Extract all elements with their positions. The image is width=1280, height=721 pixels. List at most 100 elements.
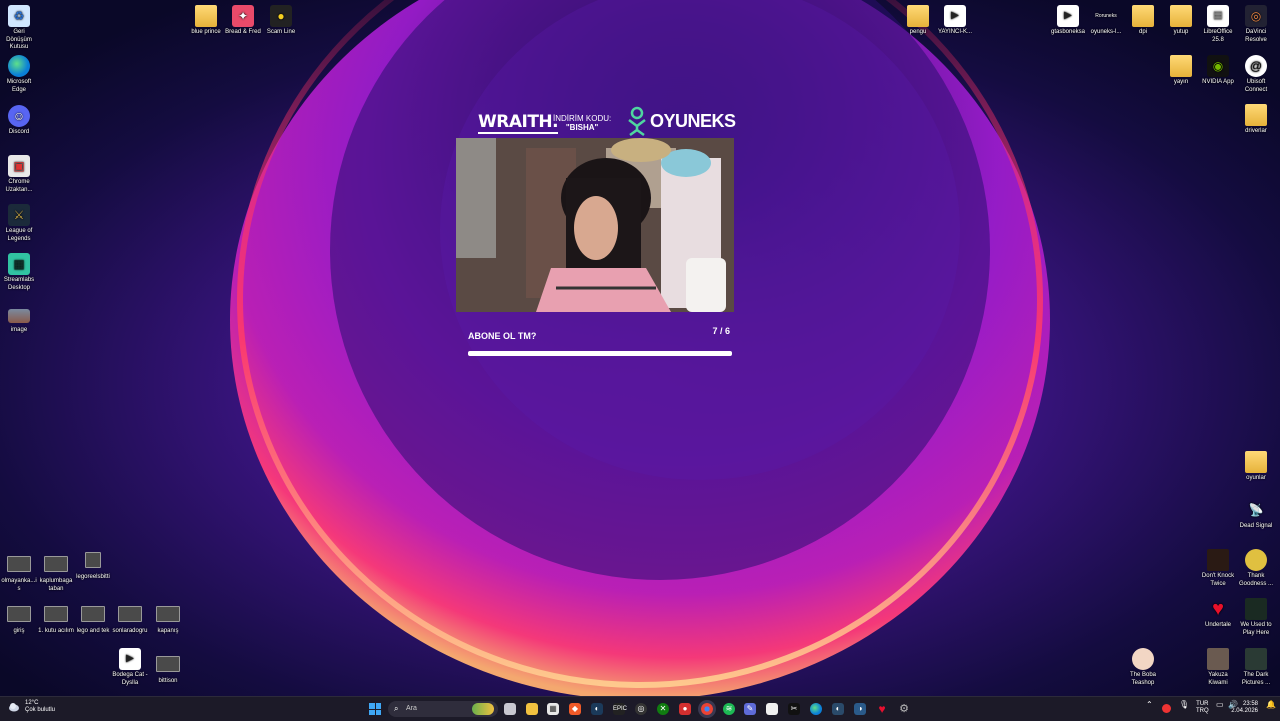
webcam-image xyxy=(456,138,734,312)
video-file-icon xyxy=(44,556,68,572)
desktop-icon-discord[interactable]: ☺ Discord xyxy=(0,105,38,137)
xbox-icon[interactable]: ✕ xyxy=(657,703,669,715)
desktop-icon-image[interactable]: image xyxy=(0,307,38,335)
keyboard-language[interactable]: TUR TRQ xyxy=(1196,701,1209,715)
video-file-icon xyxy=(44,606,68,622)
capcut-icon[interactable]: ✂ xyxy=(788,703,800,715)
desktop-icon-yakuza-kiwami[interactable]: Yakuza Kiwami xyxy=(1199,648,1237,687)
obs-icon[interactable]: ◎ xyxy=(635,703,647,715)
game-icon xyxy=(1207,648,1229,670)
goal-progress-track xyxy=(468,351,732,356)
desktop-icon-dead-signal[interactable]: 📡 Dead Signal xyxy=(1237,499,1275,531)
desktop-icon-davinci[interactable]: ◎ DaVinci Resolve xyxy=(1237,5,1275,44)
desktop-icon-scam-line[interactable]: ● Scam Line xyxy=(262,5,300,37)
desktop-icon-thank-goodness[interactable]: Thank Goodness ... xyxy=(1237,549,1275,588)
discount-label: İNDİRİM KODU: xyxy=(553,114,612,123)
tray-app-icon[interactable] xyxy=(1162,704,1171,713)
heart-app-icon[interactable]: ♥ xyxy=(876,703,888,715)
weather-desc: Çok bulutlu xyxy=(25,707,56,713)
desktop-icon-oyuneks[interactable]: Roruneks oyuneks-l... xyxy=(1087,5,1125,37)
desktop-icon-gtasboneksa[interactable]: ▶ gtasboneksa xyxy=(1049,5,1087,37)
desktop-icon-pengu[interactable]: pengu xyxy=(899,5,937,37)
desktop-icon-oyunlar[interactable]: oyunlar xyxy=(1237,451,1275,483)
desktop-icon-lego-and-tek[interactable]: lego and tek xyxy=(74,602,112,636)
desktop-icon-yayinci[interactable]: ▶ YAYINCI-K... xyxy=(936,5,974,37)
taskbar-search[interactable]: ⌕ Ara xyxy=(388,701,498,717)
desktop-icon-bread-fred[interactable]: ✦ Bread & Fred xyxy=(224,5,262,37)
desktop-icon-kaplumbaga[interactable]: kaplumbaga taban xyxy=(37,552,75,593)
davinci-icon: ◎ xyxy=(1245,5,1267,27)
settings-icon[interactable]: ⚙ xyxy=(898,703,910,715)
desktop-icon-we-used-to-play-here[interactable]: We Used to Play Here xyxy=(1237,598,1275,637)
desktop-icon-legoreelsbitti[interactable]: legoreelsbitti xyxy=(74,548,112,582)
desktop-icon-dpi[interactable]: dpi xyxy=(1124,5,1162,37)
discord-icon: ☺ xyxy=(8,105,30,127)
desktop-icon-chrome-remote[interactable]: ▣ Chrome Uzaktan... xyxy=(0,155,38,194)
steam-icon[interactable]: ◐ xyxy=(591,703,603,715)
document-icon[interactable] xyxy=(766,703,778,715)
desktop-icon-dont-knock-twice[interactable]: Don't Knock Twice xyxy=(1199,549,1237,588)
desktop-icon-recycle-bin[interactable]: ♻ Geri Dönüşüm Kutusu xyxy=(0,5,38,52)
desktop-icon-olmayanka[interactable]: olmayanka...is xyxy=(0,552,38,593)
desktop-icon-dark-pictures[interactable]: The Dark Pictures ... xyxy=(1237,648,1275,687)
desktop-icon-driverlar[interactable]: driverlar xyxy=(1237,104,1275,136)
folder-icon xyxy=(1245,104,1267,126)
spotify-icon[interactable]: ≋ xyxy=(723,703,735,715)
desktop-icon-kapanis[interactable]: kapanış xyxy=(149,602,187,636)
folder-icon xyxy=(195,5,217,27)
stream-overlay: WRAITH. İNDİRİM KODU: "BISHA" OYUNEKS AB… xyxy=(456,104,736,356)
game-icon xyxy=(1207,549,1229,571)
libreoffice-icon: ▤ xyxy=(1207,5,1229,27)
search-highlight-icon xyxy=(472,703,494,715)
video-file-icon xyxy=(81,606,105,622)
tray-chevron-icon[interactable]: ⌃ xyxy=(1146,701,1153,709)
desktop-icon-ubisoft[interactable]: @ Ubisoft Connect xyxy=(1237,55,1275,94)
file-explorer-2-icon[interactable] xyxy=(526,703,538,715)
game-icon xyxy=(1245,549,1267,571)
calendar-icon[interactable]: ▦ xyxy=(547,703,559,715)
desktop-icon-yayin[interactable]: yayın xyxy=(1162,55,1200,87)
sponsor-bar: WRAITH. İNDİRİM KODU: "BISHA" OYUNEKS xyxy=(456,104,736,138)
game-icon: 📡 xyxy=(1248,503,1264,517)
desktop-icon-bittison[interactable]: bittison xyxy=(149,652,187,686)
notepad-icon[interactable]: ✎ xyxy=(744,703,756,715)
desktop-icon-libreoffice[interactable]: ▤ LibreOffice 25.8 xyxy=(1199,5,1237,44)
keyboard-layout: TRQ xyxy=(1196,708,1209,714)
desktop-icon-nvidia[interactable]: ◉ NVIDIA App xyxy=(1199,55,1237,87)
brave-icon[interactable]: ◆ xyxy=(569,703,581,715)
microphone-icon[interactable]: 🎙 xyxy=(1179,701,1189,709)
desktop-icon-giris[interactable]: giriş xyxy=(0,602,38,636)
steam-2-icon[interactable]: ◐ xyxy=(832,703,844,715)
folder-icon xyxy=(1170,5,1192,27)
clock-time: 23:58 xyxy=(1242,701,1258,707)
desktop-icon-undertale[interactable]: ♥ Undertale xyxy=(1199,598,1237,630)
epic-games-icon[interactable]: EPIC xyxy=(613,703,627,715)
search-icon: ⌕ xyxy=(394,704,399,713)
desktop-icon-kutu-acilim[interactable]: 1. kutu acılım xyxy=(37,602,75,636)
search-placeholder: Ara xyxy=(406,705,417,712)
desktop-icon-streamlabs[interactable]: ▦ Streamlabs Desktop xyxy=(0,253,38,292)
desktop-icon-league[interactable]: ⚔ League of Legends xyxy=(0,204,38,243)
language-code: TUR xyxy=(1196,701,1209,707)
clock[interactable]: 23:58 2.04.2026 xyxy=(1231,701,1258,715)
desktop-icon-yutup[interactable]: yutup xyxy=(1162,5,1200,37)
display-icon[interactable]: ▭ xyxy=(1216,701,1224,709)
game-icon xyxy=(1132,648,1154,670)
image-file-icon xyxy=(8,309,30,323)
start-button[interactable] xyxy=(369,703,381,715)
desktop-icon-boba-teashop[interactable]: The Boba Teashop xyxy=(1124,648,1162,687)
desktop-icon-sonlaradogru[interactable]: sonlaradogru xyxy=(111,602,149,636)
weather-widget[interactable]: 12°C Çok bulutlu xyxy=(8,700,55,714)
edge-icon[interactable] xyxy=(810,703,822,715)
desktop-icon-edge[interactable]: Microsoft Edge xyxy=(0,55,38,94)
desktop-icon-bodega-cat[interactable]: ▶ Bodega Cat - Dyslla xyxy=(111,648,149,687)
discount-code: İNDİRİM KODU: "BISHA" xyxy=(553,114,611,132)
record-icon[interactable]: ● xyxy=(679,703,691,715)
notification-icon[interactable]: 🔔 xyxy=(1266,701,1276,709)
steam-3-icon[interactable]: ◑ xyxy=(854,703,866,715)
desktop-icon-blue-prince[interactable]: blue prince xyxy=(187,5,225,37)
streamlabs-icon: ▦ xyxy=(8,253,30,275)
chrome-icon[interactable] xyxy=(701,703,713,715)
oyuneks-text: OYUNEKS xyxy=(650,110,736,131)
file-explorer-icon[interactable] xyxy=(504,703,516,715)
